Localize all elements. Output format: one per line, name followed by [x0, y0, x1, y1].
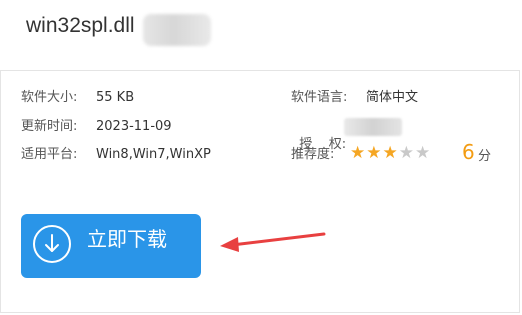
platform-value: Win8,Win7,WinXP	[96, 147, 211, 162]
pointer-arrow-icon	[220, 232, 326, 252]
size-label: 软件大小:	[21, 90, 78, 105]
blurred-title-suffix	[143, 14, 211, 46]
star-icon: ★	[366, 143, 382, 163]
updated-row: 更新时间:	[21, 118, 77, 136]
star-empty-icon: ★	[398, 143, 414, 163]
rating-stars: ★ ★ ★ ★ ★	[350, 144, 430, 162]
updated-value: 2023-11-09	[96, 119, 172, 134]
download-button[interactable]: 立即下载	[21, 214, 201, 278]
platform-row: 适用平台:	[21, 146, 77, 164]
star-empty-icon: ★	[415, 143, 431, 163]
platform-label: 适用平台:	[21, 147, 78, 162]
blurred-license-value	[344, 118, 402, 136]
star-icon: ★	[382, 143, 398, 163]
size-row: 软件大小:	[21, 89, 77, 107]
download-label: 立即下载	[87, 227, 167, 251]
updated-label: 更新时间:	[21, 119, 78, 134]
star-icon: ★	[350, 143, 366, 163]
file-title: win32spl.dll	[26, 14, 135, 37]
language-row: 软件语言:	[291, 89, 347, 107]
size-value: 55 KB	[96, 90, 135, 105]
rating-label: 推荐度:	[291, 147, 335, 162]
rating-unit: 分	[478, 149, 492, 164]
download-arrow-icon	[33, 225, 71, 263]
rating-row: 推荐度:	[291, 146, 334, 164]
language-label: 软件语言:	[291, 90, 348, 105]
language-value: 简体中文	[366, 90, 419, 105]
rating-score: 6	[462, 140, 475, 164]
title-bar: win32spl.dll	[0, 0, 522, 62]
